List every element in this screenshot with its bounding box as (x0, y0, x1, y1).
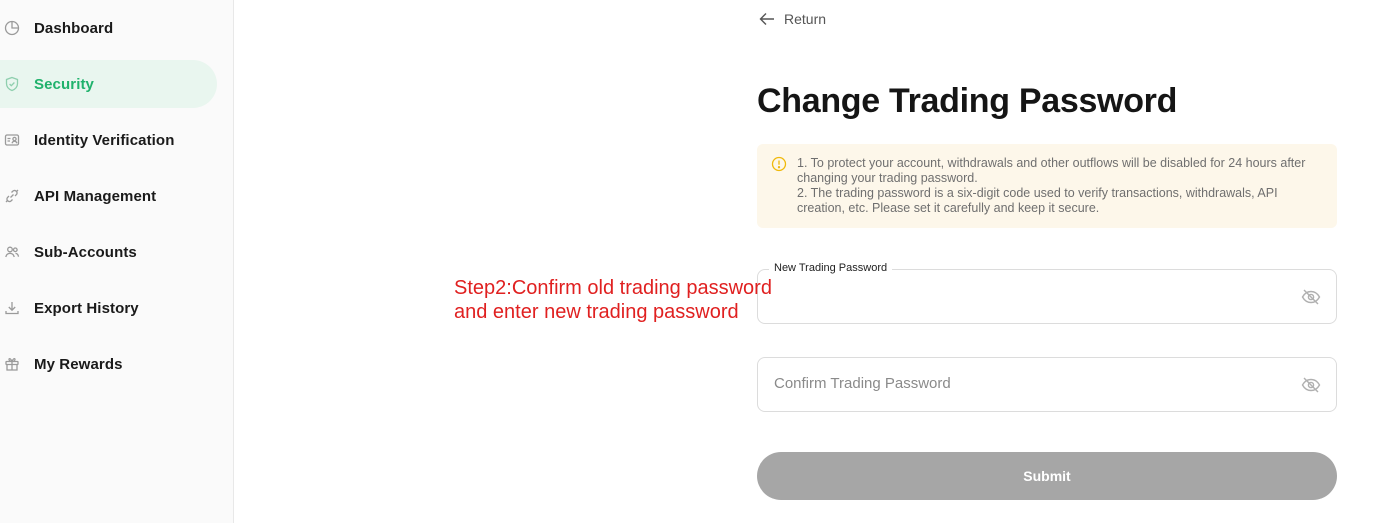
shield-icon (3, 75, 21, 93)
sidebar-item-api-management[interactable]: API Management (0, 172, 217, 220)
sidebar-item-label: Dashboard (34, 19, 114, 37)
eye-off-icon[interactable] (1300, 374, 1322, 396)
annotation-line-2: and enter new trading password (454, 301, 739, 323)
return-label: Return (784, 11, 827, 27)
sidebar-item-label: Security (34, 75, 94, 93)
api-link-icon (3, 187, 21, 205)
sidebar-item-label: Export History (34, 299, 139, 317)
gift-icon (3, 355, 21, 373)
warning-notice: 1. To protect your account, withdrawals … (757, 144, 1337, 228)
sidebar-item-my-rewards[interactable]: My Rewards (0, 340, 217, 388)
sidebar-item-identity-verification[interactable]: Identity Verification (0, 116, 217, 164)
sidebar-item-label: Identity Verification (34, 131, 175, 149)
step-annotation: Step2:Confirm old trading password and e… (454, 276, 772, 324)
sidebar-item-security[interactable]: Security (0, 60, 217, 108)
confirm-password-field[interactable]: Confirm Trading Password (757, 357, 1337, 412)
page-title: Change Trading Password (757, 82, 1178, 120)
pie-chart-icon (3, 19, 21, 37)
notice-line-2: 2. The trading password is a six-digit c… (797, 186, 1278, 215)
main-content: Return Change Trading Password 1. To pro… (235, 0, 1398, 523)
sidebar-item-dashboard[interactable]: Dashboard (0, 4, 217, 52)
arrow-left-icon (759, 13, 774, 25)
eye-off-icon[interactable] (1300, 286, 1322, 308)
submit-button[interactable]: Submit (757, 452, 1337, 500)
warning-icon (771, 156, 787, 172)
sidebar-item-sub-accounts[interactable]: Sub-Accounts (0, 228, 217, 276)
annotation-line-1: Step2:Confirm old trading password (454, 277, 772, 299)
notice-line-1: 1. To protect your account, withdrawals … (797, 156, 1306, 185)
return-link[interactable]: Return (758, 10, 826, 28)
sidebar-item-label: Sub-Accounts (34, 243, 137, 261)
sidebar: Dashboard Security Identity Verification… (0, 0, 234, 523)
confirm-password-placeholder: Confirm Trading Password (774, 375, 951, 392)
sidebar-item-label: API Management (34, 187, 157, 205)
users-icon (3, 243, 21, 261)
new-password-field[interactable]: New Trading Password (757, 262, 1337, 324)
sidebar-item-label: My Rewards (34, 355, 123, 373)
id-card-icon (3, 131, 21, 149)
sidebar-item-export-history[interactable]: Export History (0, 284, 217, 332)
new-password-label: New Trading Password (769, 262, 893, 274)
download-icon (3, 299, 21, 317)
